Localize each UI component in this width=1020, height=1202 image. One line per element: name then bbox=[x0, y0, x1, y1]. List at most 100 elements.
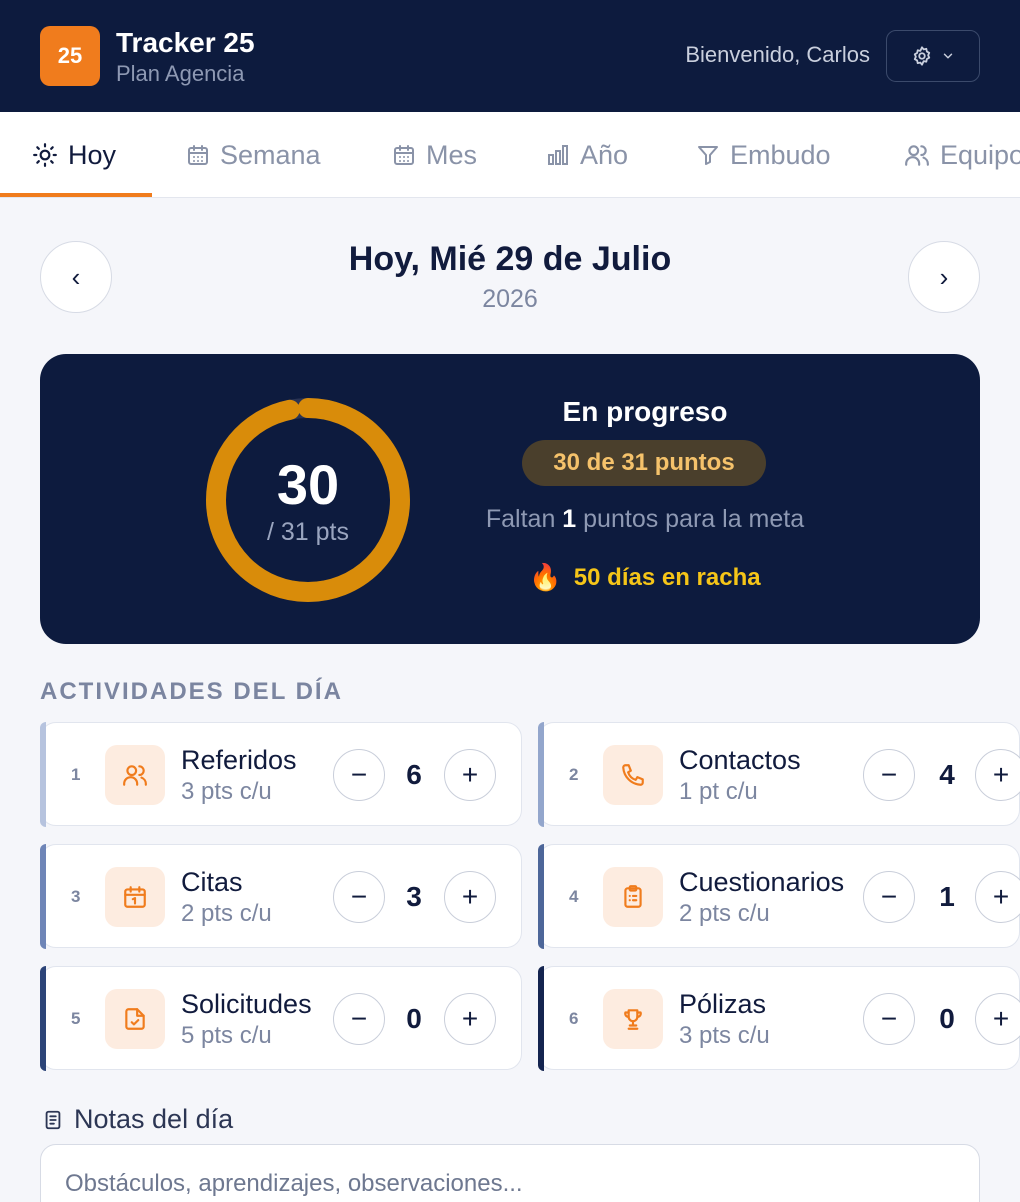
tab-label: Semana bbox=[220, 139, 321, 170]
activity-card-contactos: 2 Contactos 1 pt c/u − 4 + bbox=[537, 721, 1020, 827]
calendar-icon bbox=[124, 886, 146, 908]
increment-button[interactable]: + bbox=[975, 993, 1020, 1045]
activity-points: 3 pts c/u bbox=[181, 778, 272, 805]
tab-semana[interactable]: Semana bbox=[186, 112, 321, 197]
gear-icon bbox=[913, 46, 931, 66]
activity-card-citas: 3 Citas 2 pts c/u − 3 + bbox=[39, 843, 522, 949]
activity-accent-bar bbox=[537, 843, 544, 949]
notes-label: Notas del día bbox=[42, 1104, 233, 1135]
plan-name: Plan Agencia bbox=[116, 61, 245, 86]
activity-name: Solicitudes bbox=[181, 989, 312, 1019]
activity-icon-tile bbox=[105, 867, 165, 927]
activity-points: 3 pts c/u bbox=[679, 1022, 770, 1049]
progress-card: 30 / 31 pts En progreso 30 de 31 puntos … bbox=[40, 354, 980, 644]
date-title: Hoy, Mié 29 de Julio bbox=[348, 240, 672, 278]
trophy-icon bbox=[624, 1009, 642, 1030]
activity-count: 4 bbox=[939, 759, 955, 790]
streak-indicator: 🔥 50 días en racha bbox=[445, 562, 845, 593]
increment-button[interactable]: + bbox=[444, 993, 496, 1045]
increment-button[interactable]: + bbox=[975, 871, 1020, 923]
activity-points: 5 pts c/u bbox=[181, 1022, 272, 1049]
activity-icon-tile bbox=[105, 989, 165, 1049]
increment-button[interactable]: + bbox=[444, 749, 496, 801]
app-header: 25 Tracker 25 Plan Agencia Bienvenido, C… bbox=[0, 0, 1020, 112]
tab-ano[interactable]: Año bbox=[546, 112, 629, 197]
remaining-value: 1 bbox=[562, 505, 577, 533]
activity-number: 6 bbox=[569, 1009, 579, 1028]
activity-icon-tile bbox=[603, 745, 663, 805]
welcome-text: Bienvenido, Carlos bbox=[685, 42, 870, 67]
activity-card-solicitudes: 5 Solicitudes 5 pts c/u − 0 + bbox=[39, 965, 522, 1071]
funnel-icon bbox=[698, 146, 718, 165]
activity-accent-bar bbox=[537, 965, 544, 1071]
decrement-button[interactable]: − bbox=[333, 749, 385, 801]
view-tabs: Hoy Semana Mes Año Embudo Equipo bbox=[0, 112, 1020, 198]
bar-chart-icon bbox=[548, 145, 568, 165]
tab-label: Equipo bbox=[940, 139, 1020, 170]
tab-mes[interactable]: Mes bbox=[392, 112, 478, 197]
activity-name: Pólizas bbox=[679, 989, 767, 1019]
decrement-button[interactable]: − bbox=[863, 993, 915, 1045]
next-day-button[interactable]: › bbox=[908, 241, 980, 313]
chevron-down-icon bbox=[943, 53, 953, 59]
settings-button[interactable] bbox=[886, 30, 980, 82]
progress-status: En progreso bbox=[562, 396, 728, 427]
app-title: Tracker 25 bbox=[116, 27, 255, 58]
notes-icon bbox=[45, 1110, 61, 1129]
sun-icon bbox=[33, 143, 57, 167]
activity-count: 0 bbox=[939, 1003, 955, 1034]
tab-label: Mes bbox=[426, 139, 478, 170]
file-check-icon bbox=[125, 1008, 145, 1030]
activity-name: Contactos bbox=[679, 745, 801, 775]
activity-icon-tile bbox=[603, 989, 663, 1049]
progress-target: / 31 pts bbox=[267, 518, 349, 546]
activities-section-title: ACTIVIDADES DEL DÍA bbox=[40, 678, 343, 705]
activity-card-pólizas: 6 Pólizas 3 pts c/u − 0 + bbox=[537, 965, 1020, 1071]
activity-number: 5 bbox=[71, 1009, 81, 1028]
activity-count: 3 bbox=[406, 881, 422, 912]
activity-icon-tile bbox=[105, 745, 165, 805]
activity-points: 2 pts c/u bbox=[679, 900, 770, 927]
activity-name: Cuestionarios bbox=[679, 867, 845, 897]
activity-name: Referidos bbox=[181, 745, 297, 775]
tab-label: Año bbox=[580, 139, 629, 170]
notes-input[interactable] bbox=[40, 1144, 980, 1202]
decrement-button[interactable]: − bbox=[863, 749, 915, 801]
points-badge: 30 de 31 puntos bbox=[522, 440, 766, 486]
phone-icon bbox=[622, 764, 644, 786]
activity-card-cuestionarios: 4 Cuestionarios 2 pts c/u − 1 + bbox=[537, 843, 1020, 949]
calendar-icon bbox=[394, 145, 414, 165]
activity-card-referidos: 1 Referidos 3 pts c/u − 6 + bbox=[39, 721, 522, 827]
increment-button[interactable]: + bbox=[444, 871, 496, 923]
clipboard-icon bbox=[624, 885, 642, 908]
activity-icon-tile bbox=[603, 867, 663, 927]
active-tab-indicator bbox=[0, 193, 152, 197]
decrement-button[interactable]: − bbox=[863, 871, 915, 923]
users-icon bbox=[905, 145, 929, 166]
progress-value: 30 bbox=[276, 453, 340, 516]
decrement-button[interactable]: − bbox=[333, 871, 385, 923]
activity-points: 2 pts c/u bbox=[181, 900, 272, 927]
activity-name: Citas bbox=[181, 867, 243, 897]
remaining-points-text: Faltan 1 puntos para la meta bbox=[445, 505, 845, 534]
fire-icon: 🔥 bbox=[529, 562, 562, 592]
increment-button[interactable]: + bbox=[975, 749, 1020, 801]
tab-label: Embudo bbox=[730, 139, 831, 170]
calendar-icon bbox=[188, 145, 208, 165]
activity-number: 4 bbox=[569, 887, 579, 906]
remaining-prefix: Faltan bbox=[485, 505, 556, 533]
activity-count: 0 bbox=[406, 1003, 422, 1034]
decrement-button[interactable]: − bbox=[333, 993, 385, 1045]
activity-number: 3 bbox=[71, 887, 81, 906]
remaining-suffix: puntos para la meta bbox=[583, 505, 805, 533]
notes-label-text: Notas del día bbox=[74, 1104, 234, 1134]
activity-number: 2 bbox=[569, 765, 579, 784]
activity-count: 1 bbox=[939, 881, 955, 912]
activity-count: 6 bbox=[406, 759, 422, 790]
tab-equipo[interactable]: Equipo bbox=[904, 112, 1020, 197]
activity-accent-bar bbox=[537, 721, 544, 827]
tab-hoy[interactable]: Hoy bbox=[32, 112, 116, 197]
tab-embudo[interactable]: Embudo bbox=[696, 112, 831, 197]
activity-accent-bar bbox=[39, 721, 46, 827]
app-logo[interactable]: 25 bbox=[40, 26, 100, 86]
